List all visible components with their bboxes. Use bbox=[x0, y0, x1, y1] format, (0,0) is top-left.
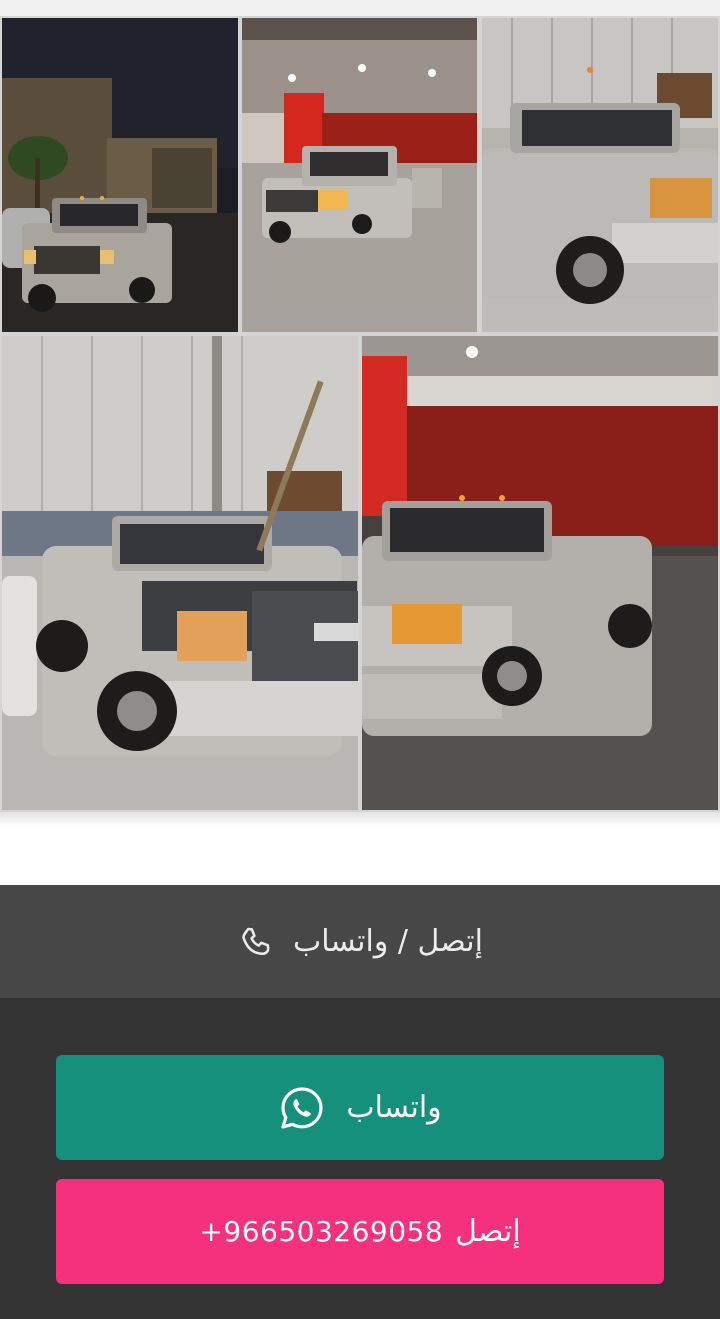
whatsapp-label: واتساب bbox=[346, 1090, 442, 1125]
phone-icon bbox=[242, 927, 270, 955]
truck-photo-showroom bbox=[362, 336, 718, 810]
truck-photo-gmc-grille bbox=[2, 336, 358, 810]
photo-gallery bbox=[0, 16, 720, 812]
contact-header-title: إتصل / واتساب bbox=[293, 924, 483, 959]
gallery-divider bbox=[0, 812, 720, 826]
gallery-photo[interactable] bbox=[482, 18, 718, 332]
call-label: إتصل bbox=[455, 1214, 521, 1249]
contact-header: إتصل / واتساب bbox=[0, 885, 720, 998]
truck-photo-workshop bbox=[482, 18, 718, 332]
gallery-photo[interactable] bbox=[362, 336, 718, 810]
whatsapp-icon bbox=[281, 1086, 323, 1129]
gallery-photo[interactable] bbox=[242, 18, 477, 332]
gallery-photo[interactable] bbox=[2, 18, 238, 332]
gallery-photo[interactable] bbox=[2, 336, 358, 810]
call-button[interactable]: +966503269058 إتصل bbox=[56, 1179, 664, 1284]
contact-actions: واتساب +966503269058 إتصل bbox=[0, 998, 720, 1319]
top-strip bbox=[0, 0, 720, 16]
whatsapp-button[interactable]: واتساب bbox=[56, 1055, 664, 1160]
truck-photo-station bbox=[242, 18, 477, 332]
call-number: +966503269058 bbox=[199, 1215, 444, 1248]
truck-photo-night bbox=[2, 18, 238, 332]
